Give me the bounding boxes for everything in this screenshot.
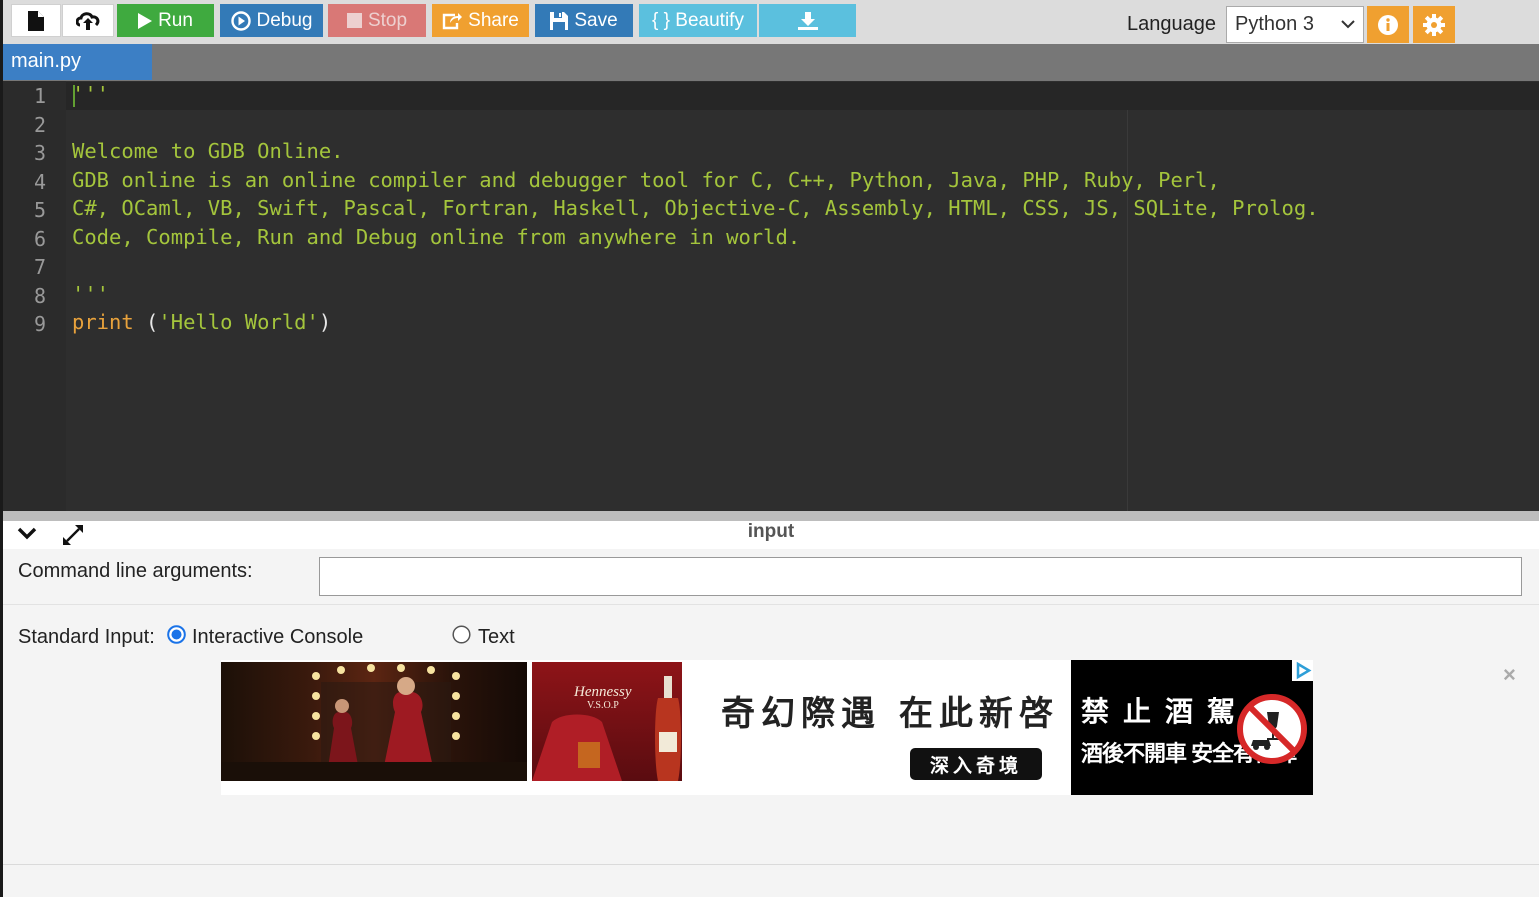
upload-icon xyxy=(76,11,100,30)
language-value: Python 3 xyxy=(1235,13,1314,35)
code-line-print: print ('Hello World') xyxy=(72,310,331,334)
ad-choices-icon[interactable] xyxy=(1292,660,1313,681)
command-line-args-input[interactable] xyxy=(319,557,1522,596)
radio-interactive-console[interactable] xyxy=(167,625,186,644)
ad-cta-button[interactable]: 深入奇境 xyxy=(910,748,1042,780)
command-line-args-label: Command line arguments: xyxy=(18,560,253,582)
ad-product-illustration: Hennessy V.S.O.P xyxy=(532,676,681,781)
ad-headline: 奇幻際遇 在此新啓 xyxy=(721,694,1059,734)
line-number: 3 xyxy=(33,141,46,165)
file-tab-bar: main.py xyxy=(3,44,1539,81)
ad-choices-triangle-icon xyxy=(1296,661,1312,680)
ad-close-button[interactable]: × xyxy=(1503,662,1516,688)
text-option-label[interactable]: Text xyxy=(478,626,515,649)
debug-play-icon xyxy=(230,10,251,31)
ad-photo-stage xyxy=(221,662,527,781)
floppy-icon xyxy=(550,11,569,30)
input-panel-header: input xyxy=(3,521,1539,549)
new-file-button[interactable] xyxy=(11,4,61,37)
ad-stage-illustration xyxy=(221,664,527,781)
code-line: C#, OCaml, VB, Swift, Pascal, Fortran, H… xyxy=(72,196,1319,220)
line-number: 9 xyxy=(33,312,46,336)
gear-icon xyxy=(1423,13,1445,36)
language-select[interactable]: Python 3 xyxy=(1226,6,1364,43)
toolbar: Run Debug Stop Share Save { } Beautify L… xyxy=(3,0,1539,44)
chevron-down-icon[interactable] xyxy=(17,527,37,541)
code-line: Welcome to GDB Online. xyxy=(72,139,344,163)
standard-input-label: Standard Input: xyxy=(18,626,155,648)
run-label: Run xyxy=(158,9,193,31)
close-paren: ) xyxy=(318,310,332,334)
ad-warning-title: 禁止酒駕 xyxy=(1081,696,1250,727)
play-icon xyxy=(138,12,153,29)
text-cursor xyxy=(73,85,75,107)
line-number: 7 xyxy=(33,255,46,279)
chevron-down-icon xyxy=(1341,20,1355,29)
open-paren: ( xyxy=(133,310,159,334)
code-line: GDB online is an online compiler and deb… xyxy=(72,168,1220,192)
stop-button[interactable]: Stop xyxy=(328,4,426,37)
code-line: ''' xyxy=(72,82,110,106)
share-button[interactable]: Share xyxy=(432,4,529,37)
line-number-gutter: 1 2 3 4 5 6 7 8 9 xyxy=(3,81,66,511)
ad-brand-sub-text: V.S.O.P xyxy=(587,700,619,711)
share-label: Share xyxy=(468,9,519,31)
no-drinking-driving-icon xyxy=(1237,694,1307,764)
command-line-args-row: Command line arguments: xyxy=(3,549,1539,605)
interactive-console-label[interactable]: Interactive Console xyxy=(192,626,363,649)
ad-brand-text: Hennessy xyxy=(573,684,632,700)
save-button[interactable]: Save xyxy=(535,4,633,37)
new-file-icon xyxy=(28,10,44,31)
line-number: 2 xyxy=(33,113,46,137)
ad-photo-product: Hennessy V.S.O.P xyxy=(532,662,682,781)
download-button[interactable] xyxy=(759,4,856,37)
stop-label: Stop xyxy=(367,9,408,31)
language-label: Language xyxy=(1127,13,1216,35)
ad-warning-panel: 禁止酒駕 酒後不開車 安全有保障 xyxy=(1071,660,1313,795)
input-panel-title: input xyxy=(747,521,795,542)
print-keyword: print xyxy=(72,310,134,334)
panel-resize-handle[interactable] xyxy=(3,511,1539,521)
line-number: 8 xyxy=(33,284,46,308)
tab-main-py[interactable]: main.py xyxy=(3,44,152,80)
line-number: 4 xyxy=(33,170,46,194)
code-line: ''' xyxy=(72,282,110,306)
run-button[interactable]: Run xyxy=(117,4,214,37)
settings-button[interactable] xyxy=(1413,6,1455,43)
download-icon xyxy=(797,11,818,30)
upload-button[interactable] xyxy=(62,4,114,37)
code-editor[interactable]: 1 2 3 4 5 6 7 8 9 ''' Welcome to GDB Onl… xyxy=(3,81,1539,511)
save-label: Save xyxy=(574,9,618,31)
debug-label: Debug xyxy=(256,9,313,31)
debug-button[interactable]: Debug xyxy=(220,4,323,37)
expand-icon[interactable] xyxy=(61,523,85,547)
line-number: 6 xyxy=(33,227,46,251)
string-literal: 'Hello World' xyxy=(158,310,319,334)
info-button[interactable] xyxy=(1367,6,1409,43)
info-icon xyxy=(1378,14,1398,35)
stop-icon xyxy=(346,13,362,28)
active-line-highlight xyxy=(66,82,1539,110)
beautify-button[interactable]: { } Beautify xyxy=(639,4,757,37)
line-number: 1 xyxy=(33,84,46,108)
ad-banner[interactable]: Hennessy V.S.O.P 奇幻際遇 在此新啓 深入奇境 禁止酒駕 酒後不… xyxy=(221,660,1313,795)
beautify-label: { } Beautify xyxy=(652,9,744,31)
radio-text[interactable] xyxy=(452,625,471,644)
panel-bottom-divider xyxy=(3,864,1539,865)
share-icon xyxy=(442,12,463,29)
line-number: 5 xyxy=(33,198,46,222)
code-line: Code, Compile, Run and Debug online from… xyxy=(72,225,801,249)
